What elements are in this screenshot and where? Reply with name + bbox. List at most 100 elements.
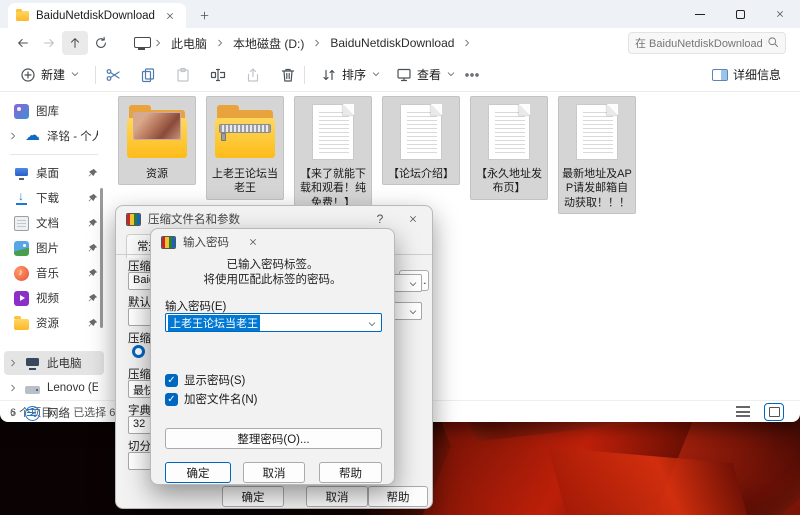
file-tile[interactable]: 上老王论坛当老王 <box>206 96 284 200</box>
encrypt-names-label: 加密文件名(N) <box>184 391 257 407</box>
text-document-icon <box>477 102 541 164</box>
document-icon <box>14 216 29 231</box>
close-button[interactable] <box>760 0 800 28</box>
details-pane-label: 详细信息 <box>733 66 781 83</box>
breadcrumb-segment[interactable]: 此电脑 <box>165 33 213 54</box>
list-view-toggle[interactable] <box>736 406 750 417</box>
paste-button[interactable] <box>174 66 191 83</box>
organize-passwords-button[interactable]: 整理密码(O)... <box>165 428 382 449</box>
thumbnail-view-toggle[interactable] <box>764 403 784 421</box>
sidebar-item-video[interactable]: 视频 <box>4 286 104 310</box>
maximize-button[interactable] <box>720 0 760 28</box>
download-icon <box>14 191 29 206</box>
pin-icon <box>87 293 98 304</box>
chevron-down-icon <box>70 68 80 82</box>
sort-button-label: 排序 <box>342 66 366 83</box>
archive-cancel-button[interactable]: 取消 <box>306 486 368 507</box>
cloud-icon <box>25 129 40 144</box>
sidebar-item-label: 文档 <box>36 215 80 231</box>
more-options-button[interactable] <box>463 66 480 83</box>
view-icon <box>395 66 412 83</box>
sidebar-item-music[interactable]: 音乐 <box>4 261 104 285</box>
file-name: 上老王论坛当老王 <box>207 167 283 196</box>
password-combobox[interactable]: 上老王论坛当老王 <box>165 313 382 332</box>
new-button[interactable]: 新建 <box>12 62 87 87</box>
explorer-tab[interactable]: BaiduNetdiskDownload <box>8 3 186 28</box>
view-button[interactable]: 查看 <box>388 62 463 87</box>
folder-icon <box>14 319 29 330</box>
pin-icon <box>87 268 98 279</box>
breadcrumb-segment[interactable]: BaiduNetdiskDownload <box>324 34 460 52</box>
password-dialog-title: 输入密码 <box>183 234 229 250</box>
sidebar-scrollbar[interactable] <box>100 188 103 328</box>
breadcrumb-segment[interactable]: 本地磁盘 (D:) <box>227 33 310 54</box>
file-name: 【永久地址发布页】 <box>471 167 547 196</box>
tab-title: BaiduNetdiskDownload <box>36 10 155 22</box>
share-button[interactable] <box>244 66 261 83</box>
up-button[interactable] <box>62 31 88 55</box>
archive-help-button[interactable]: 帮助 <box>368 486 428 507</box>
dialog-close-button[interactable] <box>404 210 422 228</box>
encrypt-names-checkbox[interactable] <box>165 393 178 406</box>
sidebar-item-drive[interactable]: Lenovo (E:) <box>4 376 104 400</box>
sidebar-item-download[interactable]: 下载 <box>4 186 104 210</box>
show-password-row[interactable]: 显示密码(S) <box>165 372 245 388</box>
view-button-label: 查看 <box>417 66 441 83</box>
new-button-label: 新建 <box>41 66 65 83</box>
details-pane-button[interactable]: 详细信息 <box>705 62 788 87</box>
desktop-icon <box>14 166 29 181</box>
dialog-close-button[interactable] <box>244 233 262 251</box>
sort-button[interactable]: 排序 <box>313 62 388 87</box>
file-tile[interactable]: 【论坛介绍】 <box>382 96 460 185</box>
archive-dialog-title: 压缩文件名和参数 <box>148 211 240 227</box>
file-name: 最新地址及APP请发邮箱自动获取！！！ <box>559 167 635 210</box>
chevron-right-icon[interactable] <box>8 131 18 141</box>
file-tile[interactable]: 【来了就能下载和观看！纯免费！】 <box>294 96 372 214</box>
chevron-right-icon[interactable] <box>8 383 18 393</box>
sidebar-item-gallery[interactable]: 图库 <box>4 99 104 123</box>
file-tile[interactable]: 资源 <box>118 96 196 185</box>
archive-ok-button[interactable]: 确定 <box>222 486 284 507</box>
sidebar-item-desktop[interactable]: 桌面 <box>4 161 104 185</box>
window-controls <box>680 0 800 28</box>
minimize-icon <box>695 14 705 15</box>
chevron-down-icon <box>408 279 418 289</box>
sidebar-item-cloud[interactable]: 泽铭 - 个人 <box>4 124 104 148</box>
minimize-button[interactable] <box>680 0 720 28</box>
chevron-right-icon[interactable] <box>8 408 18 418</box>
dialog-help-button[interactable]: ? <box>371 210 389 228</box>
network-icon <box>25 406 40 421</box>
refresh-button[interactable] <box>88 31 114 55</box>
text-document-icon <box>389 102 453 164</box>
password-help-button[interactable]: 帮助 <box>319 462 382 483</box>
breadcrumb-chevron-icon <box>215 38 225 48</box>
rar-format-radio[interactable] <box>132 345 145 358</box>
file-name: 【论坛介绍】 <box>383 167 459 181</box>
password-ok-button[interactable]: 确定 <box>165 462 231 483</box>
breadcrumb-chevron-icon <box>312 38 322 48</box>
copy-button[interactable] <box>139 66 156 83</box>
show-password-label: 显示密码(S) <box>184 372 245 388</box>
sidebar-item-pc[interactable]: 此电脑 <box>4 351 104 375</box>
delete-button[interactable] <box>279 66 296 83</box>
password-cancel-button[interactable]: 取消 <box>243 462 305 483</box>
file-name: 【来了就能下载和观看！纯免费！】 <box>295 167 371 210</box>
back-button[interactable] <box>10 31 36 55</box>
sidebar-item-folder[interactable]: 资源 <box>4 311 104 335</box>
sidebar-item-document[interactable]: 文档 <box>4 211 104 235</box>
search-input[interactable]: 在 BaiduNetdiskDownload 中搜索 <box>628 32 786 54</box>
show-password-checkbox[interactable] <box>165 374 178 387</box>
chevron-right-icon[interactable] <box>8 358 18 368</box>
sidebar-item-picture[interactable]: 图片 <box>4 236 104 260</box>
file-tile[interactable]: 最新地址及APP请发邮箱自动获取！！！ <box>558 96 636 214</box>
tab-close-icon[interactable] <box>162 8 178 24</box>
cut-button[interactable] <box>104 66 121 83</box>
rename-button[interactable] <box>209 66 226 83</box>
file-tile[interactable]: 【永久地址发布页】 <box>470 96 548 200</box>
sort-icon <box>320 66 337 83</box>
forward-button[interactable] <box>36 31 62 55</box>
sidebar-item-label: Lenovo (E:) <box>47 382 98 394</box>
sidebar-item-network[interactable]: 网络 <box>4 401 104 425</box>
new-tab-button[interactable] <box>196 7 212 23</box>
encrypt-names-row[interactable]: 加密文件名(N) <box>165 391 257 407</box>
